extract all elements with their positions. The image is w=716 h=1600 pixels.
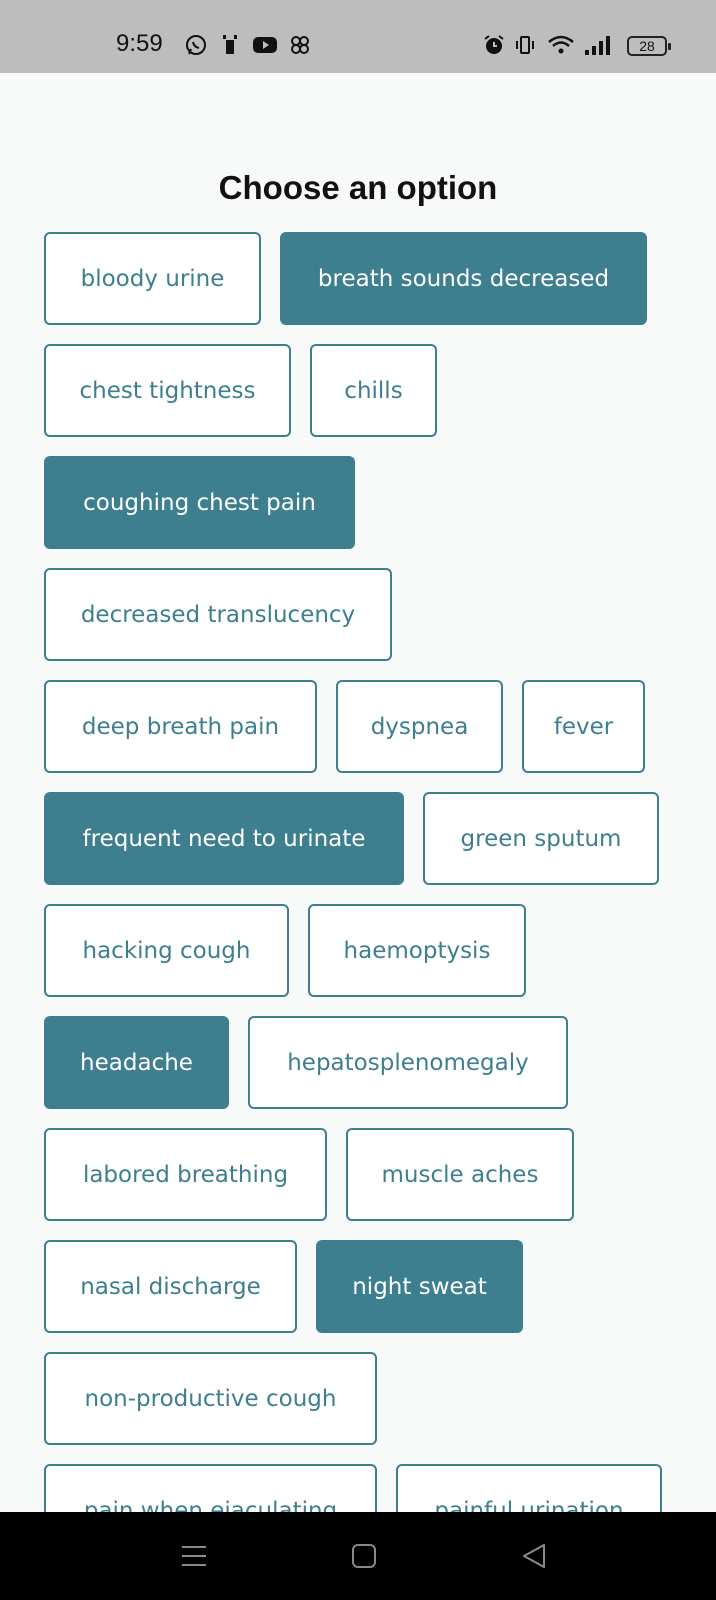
wifi-icon [546,34,576,56]
option-haemoptysis[interactable]: haemoptysis [308,904,526,997]
option-bloody-urine[interactable]: bloody urine [44,232,261,325]
option-coughing-chest-pain[interactable]: coughing chest pain [44,456,355,549]
option-decreased-translucency[interactable]: decreased translucency [44,568,392,661]
whatsapp-icon [184,34,208,56]
option-green-sputum[interactable]: green sputum [423,792,659,885]
option-chills[interactable]: chills [310,344,437,437]
vibrate-icon [514,34,536,56]
option-non-productive-cough[interactable]: non-productive cough [44,1352,377,1445]
signal-icon [582,34,614,56]
option-hepatosplenomegaly[interactable]: hepatosplenomegaly [248,1016,568,1109]
option-painful-urination[interactable]: painful urination [396,1464,662,1512]
option-pain-when-ejaculating[interactable]: pain when ejaculating [44,1464,377,1512]
back-icon[interactable] [514,1538,554,1574]
option-chest-tightness[interactable]: chest tightness [44,344,291,437]
page-title: Choose an option [218,169,498,206]
status-bar: 9:59 28 [0,0,716,73]
menu-icon[interactable] [174,1538,214,1574]
sim-icon [220,34,240,56]
option-headache[interactable]: headache [44,1016,229,1109]
youtube-icon [252,34,278,56]
battery-indicator: 28 [627,36,671,56]
home-icon[interactable] [344,1538,384,1574]
option-labored-breathing[interactable]: labored breathing [44,1128,327,1221]
option-hacking-cough[interactable]: hacking cough [44,904,289,997]
option-fever[interactable]: fever [522,680,645,773]
option-deep-breath-pain[interactable]: deep breath pain [44,680,317,773]
option-muscle-aches[interactable]: muscle aches [346,1128,574,1221]
option-frequent-need-to-urinate[interactable]: frequent need to urinate [44,792,404,885]
option-breath-sounds-decreased[interactable]: breath sounds decreased [280,232,647,325]
option-nasal-discharge[interactable]: nasal discharge [44,1240,297,1333]
pinwheel-icon [288,34,312,56]
navigation-bar [0,1512,716,1600]
option-night-sweat[interactable]: night sweat [316,1240,523,1333]
options-screen: Choose an option bloody urine breath sou… [0,73,716,1512]
alarm-icon [482,34,506,56]
option-dyspnea[interactable]: dyspnea [336,680,503,773]
status-time: 9:59 [116,30,163,57]
